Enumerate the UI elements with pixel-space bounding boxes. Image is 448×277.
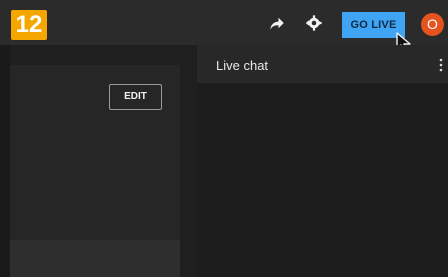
avatar[interactable]: O — [421, 13, 444, 36]
left-edge — [0, 45, 10, 277]
live-chat-title: Live chat — [216, 58, 269, 73]
more-vertical-icon[interactable] — [438, 58, 444, 72]
preview-footer — [10, 240, 180, 277]
edit-button[interactable]: EDIT — [109, 84, 162, 110]
gear-icon[interactable] — [305, 14, 323, 32]
step-number-badge: 12 — [11, 10, 47, 40]
share-icon[interactable] — [268, 14, 286, 32]
studio-screen: 12 GO LIVE O EDIT Live chat — [0, 0, 448, 277]
